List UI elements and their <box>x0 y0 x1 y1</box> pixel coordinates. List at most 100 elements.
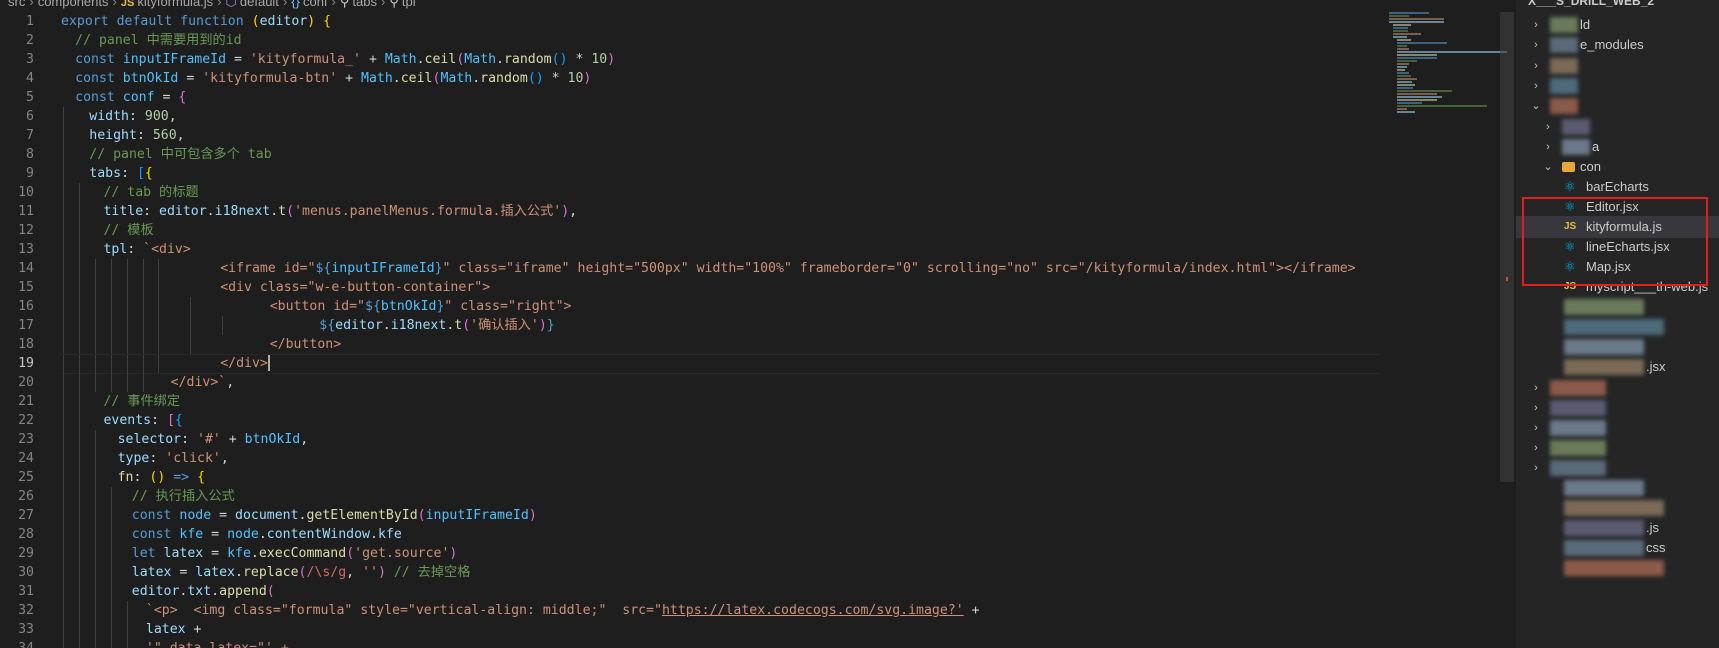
code-line[interactable]: 14 <iframe id="${inputIFrameId}" class="i… <box>0 259 1500 278</box>
tree-item[interactable]: ⌄ <box>1516 95 1719 117</box>
code-line[interactable]: 7 height: 560, <box>0 126 1500 145</box>
tree-item[interactable]: ⚛ barEcharts <box>1516 176 1719 198</box>
minimap[interactable] <box>1387 12 1507 122</box>
tree-item[interactable]: .jsx <box>1516 356 1719 378</box>
code-line[interactable]: 17 ${editor.i18next.t('确认插入')} <box>0 316 1500 335</box>
code-line[interactable]: 30 latex = latex.replace(/\s/g, '') // 去掉… <box>0 563 1500 582</box>
code-line[interactable]: 19 </div> <box>0 354 1500 374</box>
code-line[interactable]: 1 export default function (editor) { <box>0 12 1500 31</box>
blurred-name <box>1562 139 1590 155</box>
js-file-icon: JS <box>120 0 135 9</box>
code-line[interactable]: 15 <div class="w-e-button-container"> <box>0 278 1500 297</box>
chevron-right-icon[interactable]: › <box>1542 136 1554 158</box>
line-number: 2 <box>26 33 34 48</box>
code-line[interactable]: 8 // panel 中可包含多个 tab <box>0 145 1500 164</box>
code-line[interactable]: 6 width: 900, <box>0 107 1500 126</box>
chevron-right-icon[interactable]: › <box>1530 397 1542 419</box>
chevron-right-icon[interactable]: › <box>1530 437 1542 459</box>
tree-item[interactable]: › ld <box>1516 14 1719 36</box>
tree-item[interactable]: › e_modules <box>1516 34 1719 56</box>
code-line[interactable]: 28 const kfe = node.contentWindow.kfe <box>0 525 1500 544</box>
indent-guide <box>78 392 80 411</box>
breadcrumb-tabs[interactable]: tabs <box>352 0 377 9</box>
code-line[interactable]: 22 events: [{ <box>0 411 1500 430</box>
editor-scrollbar[interactable] <box>1500 12 1514 482</box>
code-line[interactable]: 9 tabs: [{ <box>0 164 1500 183</box>
tree-item[interactable]: › <box>1516 437 1719 459</box>
chevron-down-icon[interactable]: ⌄ <box>1542 156 1554 178</box>
code-token: editor <box>159 204 207 219</box>
code-line[interactable]: 12 // 模板 <box>0 221 1500 240</box>
tree-item[interactable]: › <box>1516 75 1719 97</box>
chevron-right-icon[interactable]: › <box>1542 116 1554 138</box>
code-line[interactable]: 32 `<p> <img class="formula" style="verti… <box>0 601 1500 620</box>
code-editor[interactable]: 1 export default function (editor) {2// p… <box>0 12 1500 648</box>
chevron-right-icon[interactable]: › <box>1530 457 1542 479</box>
code-token: ) <box>607 52 616 67</box>
code-line[interactable]: 27 const node = document.getElementById(i… <box>0 506 1500 525</box>
code-token: inputIFrameId <box>425 508 529 523</box>
code-line[interactable]: 20 </div>`, <box>0 373 1500 392</box>
react-file-icon: ⚛ <box>1564 179 1576 194</box>
tree-item[interactable]: › <box>1516 377 1719 399</box>
code-line[interactable]: 24 type: 'click', <box>0 449 1500 468</box>
code-line[interactable]: 34 '" data-latex="' + <box>0 639 1500 648</box>
breadcrumb-components[interactable]: components <box>38 0 109 9</box>
code-line[interactable]: 11 title: editor.i18next.t('menus.panelMe… <box>0 202 1500 221</box>
tree-item[interactable]: ⌄ con <box>1516 156 1719 178</box>
chevron-right-icon: › <box>217 0 222 9</box>
code-text: editor.txt.append( <box>132 582 275 601</box>
code-line[interactable]: 4 const btnOkId = 'kityformula-btn' + Mat… <box>0 69 1500 88</box>
code-line[interactable]: 13 tpl: `<div> <box>0 240 1500 259</box>
code-line[interactable]: 33 latex + <box>0 620 1500 639</box>
chevron-right-icon[interactable]: › <box>1530 417 1542 439</box>
code-line[interactable]: 25 fn: () => { <box>0 468 1500 487</box>
code-line[interactable]: 18 </button> <box>0 335 1500 354</box>
code-line[interactable]: 21 // 事件绑定 <box>0 392 1500 411</box>
tree-item[interactable] <box>1516 316 1719 338</box>
code-line[interactable]: 2 // panel 中需要用到的id <box>0 31 1500 50</box>
chevron-right-icon[interactable]: › <box>1530 14 1542 36</box>
code-text: const btnOkId = 'kityformula-btn' + Math… <box>75 69 591 88</box>
code-token: . <box>206 204 215 219</box>
chevron-down-icon[interactable]: ⌄ <box>1530 95 1542 117</box>
code-token: selector <box>117 432 182 447</box>
code-line[interactable]: 26 // 执行插入公式 <box>0 487 1500 506</box>
breadcrumb-default[interactable]: default <box>240 0 279 9</box>
tree-item[interactable]: › <box>1516 397 1719 419</box>
code-line[interactable]: 23 selector: '#' + btnOkId, <box>0 430 1500 449</box>
tree-item[interactable] <box>1516 336 1719 358</box>
code-text: // 事件绑定 <box>103 392 180 411</box>
chevron-right-icon[interactable]: › <box>1530 34 1542 56</box>
tree-item[interactable]: .js <box>1516 517 1719 539</box>
breadcrumb-conf[interactable]: conf <box>303 0 328 9</box>
tree-item[interactable]: › <box>1516 417 1719 439</box>
code-token: . <box>258 527 267 542</box>
tree-item[interactable]: › a <box>1516 136 1719 158</box>
tree-item[interactable]: css <box>1516 537 1719 559</box>
code-line[interactable]: 10 // tab 的标题 <box>0 183 1500 202</box>
code-line[interactable]: 29 let latex = kfe.execCommand('get.sourc… <box>0 544 1500 563</box>
tree-item[interactable]: › <box>1516 116 1719 138</box>
tree-item[interactable] <box>1516 477 1719 499</box>
breadcrumb-src[interactable]: src <box>8 0 25 9</box>
indent-guide <box>63 202 64 221</box>
tree-item[interactable]: › <box>1516 55 1719 77</box>
chevron-right-icon[interactable]: › <box>1530 75 1542 97</box>
code-token: : <box>143 204 160 219</box>
code-line[interactable]: 5 const conf = { <box>0 88 1500 107</box>
code-line[interactable]: 3 const inputIFrameId = 'kityformula_' + … <box>0 50 1500 69</box>
chevron-right-icon[interactable]: › <box>1530 377 1542 399</box>
chevron-right-icon[interactable]: › <box>1530 55 1542 77</box>
breadcrumb-file[interactable]: kityformula.js <box>137 0 213 9</box>
tree-item[interactable] <box>1516 296 1719 318</box>
code-line[interactable]: 31 editor.txt.append( <box>0 582 1500 601</box>
breadcrumb-tpl[interactable]: tpl <box>402 0 416 9</box>
tree-item[interactable] <box>1516 497 1719 519</box>
tree-item[interactable]: › <box>1516 457 1719 479</box>
code-line[interactable]: 16 <button id="${btnOkId}" class="right"> <box>0 297 1500 316</box>
code-token: () <box>527 71 544 86</box>
minimap-line <box>1397 63 1409 65</box>
tree-item[interactable] <box>1516 557 1719 579</box>
indent-guide <box>94 563 96 582</box>
